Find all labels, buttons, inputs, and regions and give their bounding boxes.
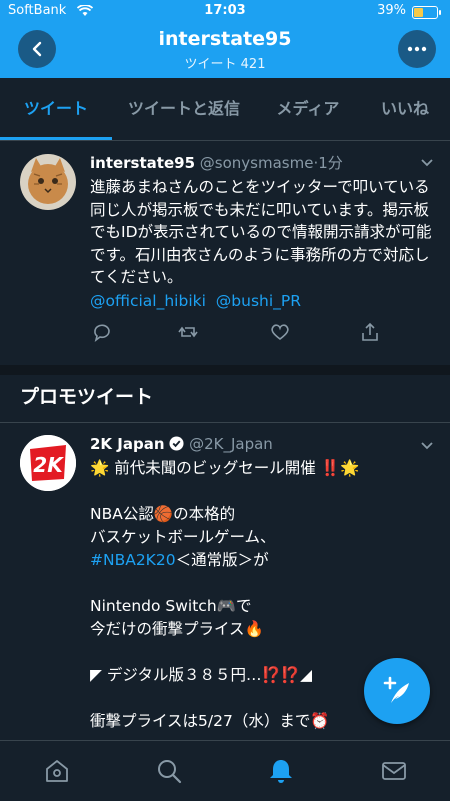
retweet-icon[interactable]: [178, 322, 198, 342]
author-name[interactable]: interstate95: [90, 154, 195, 172]
tweet-time: 1分: [318, 154, 343, 172]
page-title: interstate95: [158, 28, 292, 50]
tab-likes[interactable]: いいね: [360, 78, 450, 140]
promoted-section-title: プロモツイート: [20, 386, 154, 408]
logo-text: 2K: [33, 453, 64, 477]
nav-home[interactable]: [43, 757, 71, 785]
text-fragment: ＜通常版＞が: [175, 551, 269, 569]
profile-header: interstate95 ツイート 421: [0, 22, 450, 78]
nav-notifications[interactable]: [267, 757, 295, 785]
tweet-mentions: @official_hibiki @bushi_PR: [90, 290, 435, 313]
author-handle[interactable]: @2K_Japan: [189, 435, 273, 453]
share-icon[interactable]: [360, 322, 380, 342]
bottom-nav: [0, 740, 450, 801]
like-icon[interactable]: [270, 322, 290, 342]
battery-percent: 39%: [377, 3, 406, 18]
reply-icon[interactable]: [92, 322, 112, 342]
chevron-down-icon[interactable]: [420, 441, 434, 451]
nav-search[interactable]: [155, 757, 183, 785]
verified-badge-icon: [169, 436, 184, 451]
compose-quill-icon: [383, 676, 409, 703]
avatar[interactable]: 2K: [20, 435, 76, 491]
chevron-down-icon[interactable]: [420, 158, 434, 168]
hashtag-link[interactable]: #NBA2K20: [90, 551, 176, 569]
tweet-actions: [90, 322, 390, 344]
more-icon: [407, 46, 427, 52]
text-line: NBA公認🏀の本格的: [90, 505, 236, 523]
cat-avatar-icon: [20, 154, 76, 210]
text-line: 🌟 前代未聞のビッグセール開催 ‼️🌟: [90, 459, 360, 477]
tab-tweets[interactable]: ツイート: [0, 78, 112, 140]
mention-link[interactable]: @official_hibiki: [90, 292, 206, 310]
tweet-text: 進藤あまねさんのことをツイッターで叩いている同じ人が掲示板でも未だに叩いています…: [90, 178, 432, 286]
avatar[interactable]: [20, 154, 76, 210]
tweet-count: ツイート 421: [184, 57, 266, 72]
tweet-header: 2K Japan @2K_Japan: [90, 435, 273, 453]
text-line: Nintendo Switch🎮で: [90, 597, 252, 615]
mail-icon: [382, 762, 406, 780]
home-icon: [46, 760, 68, 782]
profile-tabs: ツイート ツイートと返信 メディア いいね: [0, 78, 450, 141]
tweet-header: interstate95 @sonysmasme·1分: [90, 152, 343, 173]
tab-tweets-and-replies[interactable]: ツイートと返信: [112, 78, 256, 140]
text-line: 今だけの衝撃プライス🔥: [90, 620, 264, 638]
section-divider: [0, 365, 450, 375]
tab-media[interactable]: メディア: [256, 78, 360, 140]
bell-icon: [270, 760, 292, 783]
battery-icon: [412, 6, 441, 19]
search-icon: [158, 760, 182, 784]
nav-messages[interactable]: [380, 757, 408, 785]
text-line: #NBA2K20＜通常版＞が: [90, 549, 435, 572]
compose-tweet-button[interactable]: [364, 658, 430, 724]
mention-link[interactable]: @bushi_PR: [216, 292, 301, 310]
more-button[interactable]: [398, 30, 436, 68]
author-handle[interactable]: @sonysmasme: [200, 154, 314, 172]
status-bar: SoftBank 17:03 39%: [0, 0, 450, 22]
text-line: バスケットボールゲーム、: [90, 528, 276, 546]
author-name[interactable]: 2K Japan: [90, 435, 165, 453]
2k-logo-icon: 2K: [20, 435, 76, 491]
